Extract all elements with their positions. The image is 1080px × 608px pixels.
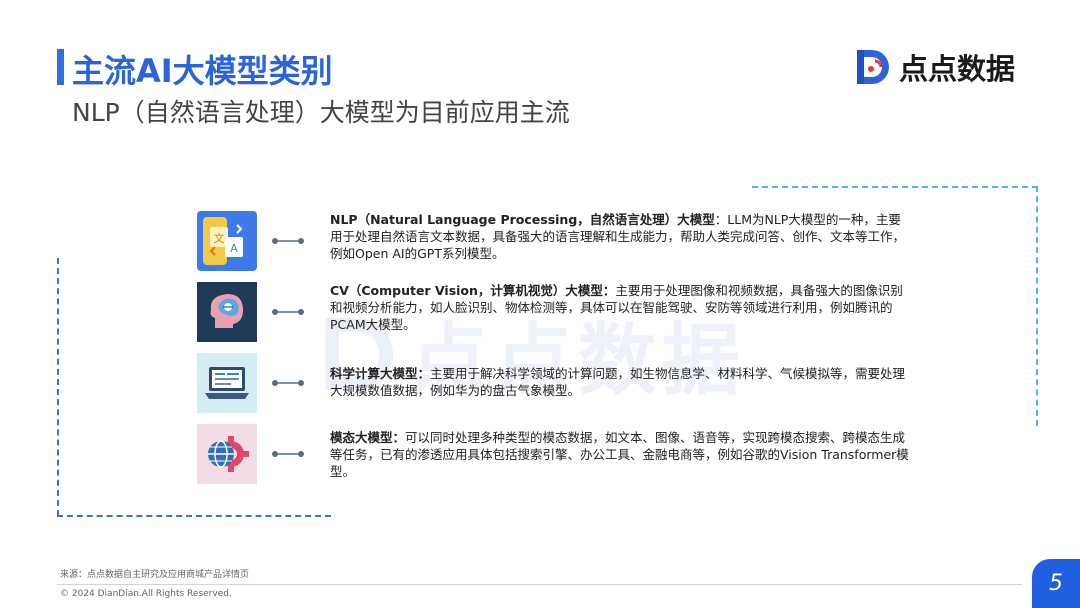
item-description: 模态大模型：可以同时处理多种类型的模态数据，如文本、图像、语音等，实现跨模态搜索… [330,429,910,480]
dashed-frame-top [752,186,1038,188]
svg-text:A: A [230,242,238,255]
connector-icon [272,238,304,244]
dashed-frame-left [57,258,59,516]
dashed-frame-right [1036,186,1038,426]
page-number: 5 [1032,559,1080,608]
page-subtitle: NLP（自然语言处理）大模型为目前应用主流 [72,98,570,127]
item-heading: 科学计算大模型： [330,366,431,381]
item-heading: CV（Computer Vision，计算机视觉）大模型： [330,283,616,298]
translate-icon: 文 A [197,211,257,271]
footer-divider [57,584,1022,585]
svg-text:文: 文 [214,231,225,245]
connector-icon [272,380,304,386]
item-description: CV（Computer Vision，计算机视觉）大模型：主要用于处理图像和视频… [330,282,910,333]
title-accent-bar [57,49,64,85]
globe-gear-icon [197,424,257,484]
ai-head-icon [197,282,257,342]
item-heading: 模态大模型： [330,430,406,445]
item-heading: NLP（Natural Language Processing，自然语言处理）大… [330,212,715,227]
laptop-code-icon [197,353,257,413]
page-title: 主流AI大模型类别 [72,52,333,90]
dashed-frame-bottom [57,515,331,517]
brand-name: 点点数据 [899,52,1016,86]
item-description: NLP（Natural Language Processing，自然语言处理）大… [330,211,910,262]
copyright-text: © 2024 DianDian.All Rights Reserved. [60,589,232,599]
dd-logo-icon [857,50,889,84]
brand-logo: 点点数据 [853,46,1015,88]
connector-icon [272,309,304,315]
source-note: 来源：点点数据自主研究及应用商城产品详情页 [60,570,250,580]
item-description: 科学计算大模型：主要用于解决科学领域的计算问题，如生物信息学、材料科学、气候模拟… [330,365,910,399]
item-body: 可以同时处理多种类型的模态数据，如文本、图像、语音等，实现跨模态搜索、跨模态生成… [330,430,909,479]
connector-icon [272,451,304,457]
